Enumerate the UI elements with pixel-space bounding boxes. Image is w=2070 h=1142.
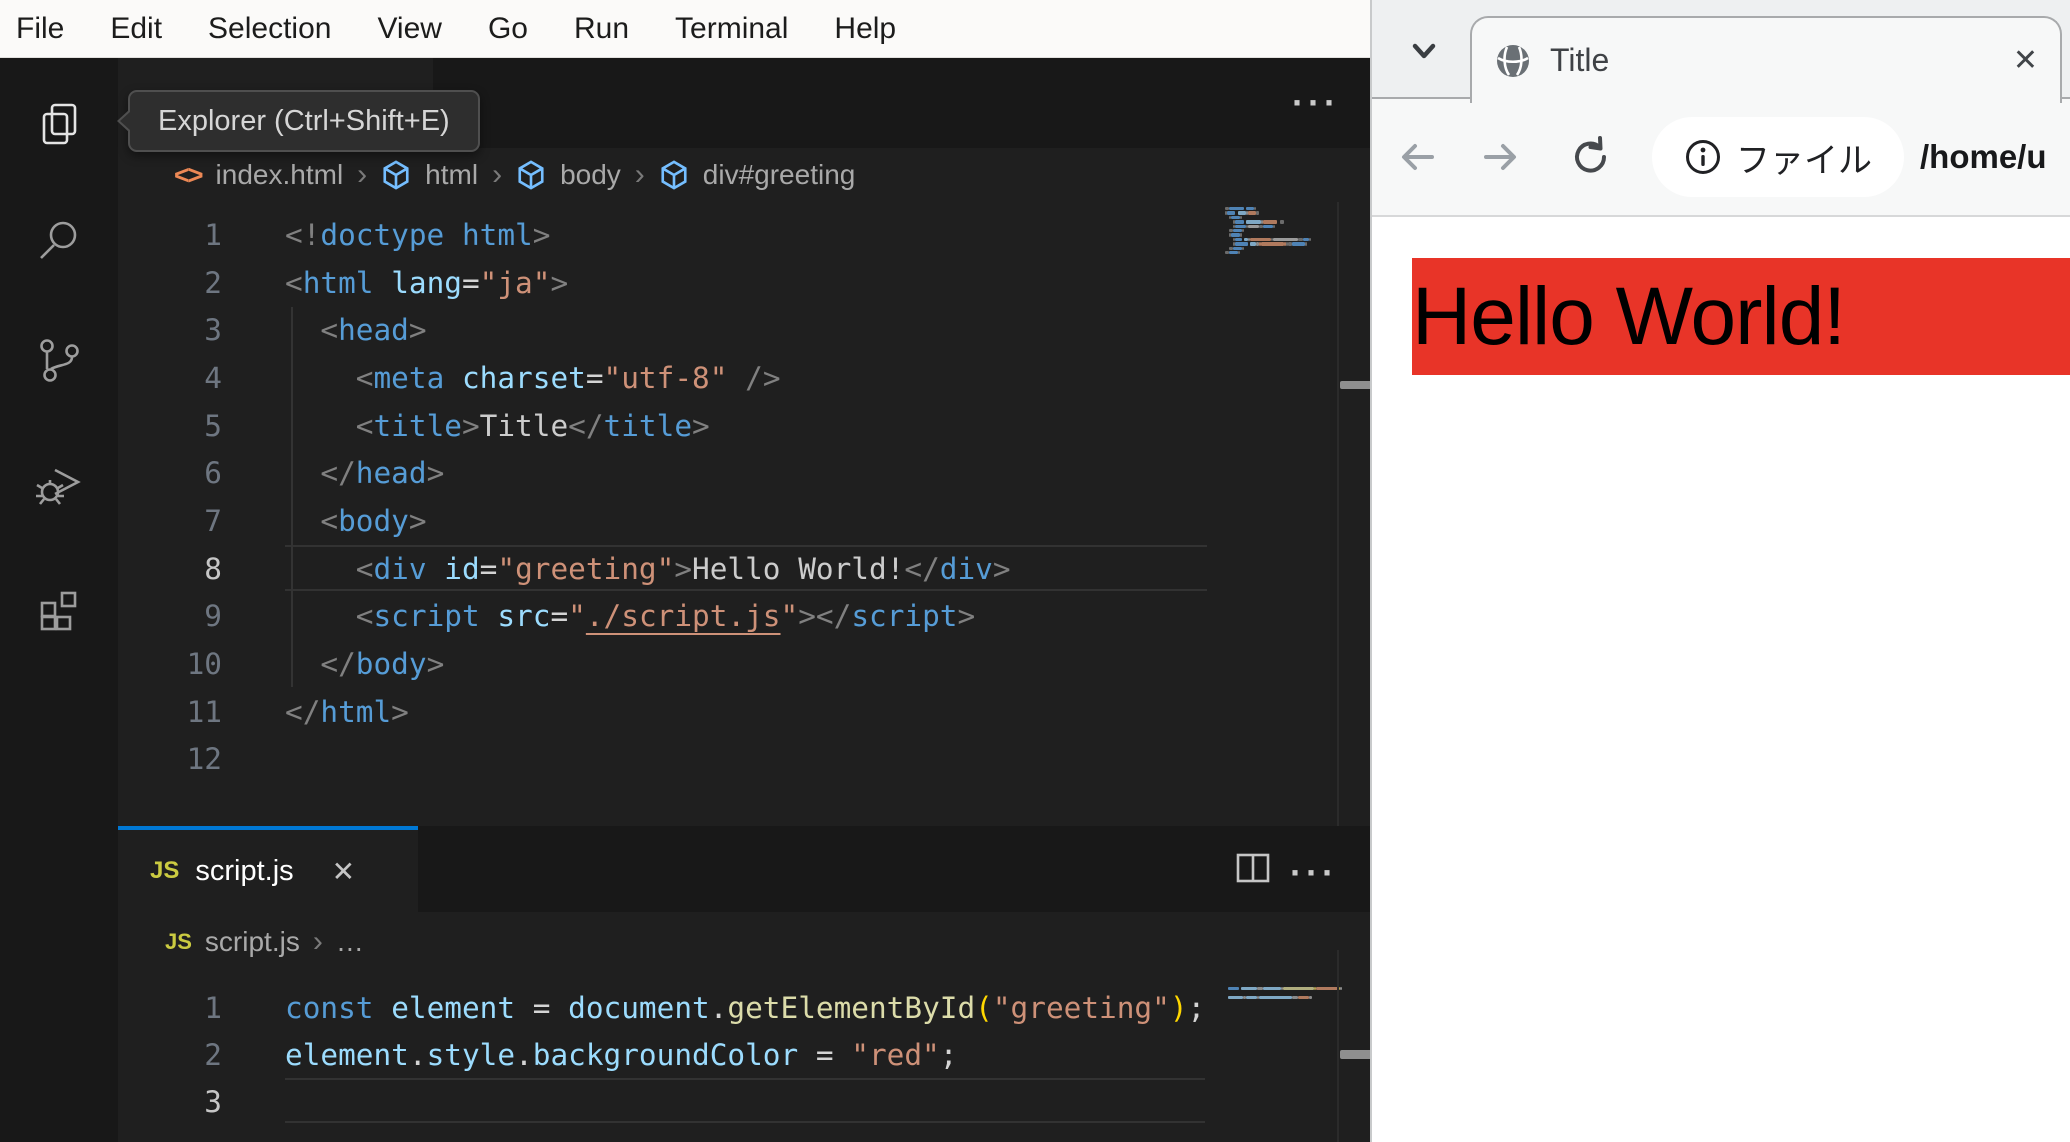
browser-tab-strip: Title ✕ <box>1372 0 2070 103</box>
file-scheme-chip[interactable]: ファイル <box>1652 117 1904 197</box>
breadcrumb-html[interactable]: html <box>425 159 478 191</box>
explorer-icon[interactable] <box>35 100 83 148</box>
editor-scrollbar-track <box>1337 202 1339 826</box>
address-bar-url[interactable]: /home/u <box>1920 138 2047 176</box>
editor-scrollbar-track <box>1337 950 1339 1142</box>
symbol-cube-icon <box>661 160 687 190</box>
breadcrumb-body[interactable]: body <box>560 159 621 191</box>
browser-viewport: Hello World! <box>1372 217 2070 1142</box>
reload-icon[interactable] <box>1570 136 1612 178</box>
menu-view[interactable]: View <box>377 12 441 46</box>
js-file-icon: JS <box>165 929 192 954</box>
forward-icon[interactable] <box>1480 137 1520 177</box>
js-breadcrumb: JS script.js › … <box>118 912 1370 972</box>
scrollbar-thumb[interactable] <box>1340 381 1372 389</box>
editor-actions-more-icon[interactable]: ··· <box>1290 852 1338 894</box>
breadcrumb-div-greeting[interactable]: div#greeting <box>703 159 856 191</box>
html-code-editor[interactable]: 1 <!doctype html> 2 <html lang="ja"> 3 <head… <box>118 211 1337 783</box>
vscode-menu-bar: File Edit Selection View Go Run Terminal… <box>0 0 1370 58</box>
chevron-right-icon: › <box>357 158 368 191</box>
extensions-icon[interactable] <box>35 584 83 632</box>
greeting-text: Hello World! <box>1412 270 1846 362</box>
tab-script-js-label: script.js <box>195 854 294 887</box>
chevron-right-icon: › <box>492 158 503 191</box>
menu-terminal[interactable]: Terminal <box>675 12 788 46</box>
menu-help[interactable]: Help <box>834 12 896 46</box>
globe-icon <box>1497 44 1529 77</box>
source-control-icon[interactable] <box>35 336 83 384</box>
close-tab-icon[interactable]: ✕ <box>2013 43 2038 78</box>
tab-search-chevron-icon[interactable] <box>1406 36 1442 66</box>
menu-selection[interactable]: Selection <box>208 12 331 46</box>
split-editor-icon[interactable] <box>1233 848 1273 893</box>
scrollbar-thumb[interactable] <box>1340 1050 1372 1059</box>
screen: File Edit Selection View Go Run Terminal… <box>0 0 2070 1142</box>
menu-run[interactable]: Run <box>574 12 629 46</box>
code-file-icon: <> <box>174 159 204 190</box>
breadcrumb-file[interactable]: index.html <box>216 159 344 191</box>
browser-tab-label: Title <box>1550 42 1610 78</box>
js-code-editor[interactable]: 1 const element = document.getElementById… <box>118 984 1210 1125</box>
minimap[interactable] <box>1228 986 1343 1013</box>
run-and-debug-icon[interactable] <box>35 460 83 508</box>
explorer-tooltip: Explorer (Ctrl+Shift+E) <box>117 90 480 152</box>
menu-edit[interactable]: Edit <box>110 12 162 46</box>
js-file-icon: JS <box>150 857 180 884</box>
indent-guide <box>291 307 293 687</box>
close-tab-icon[interactable]: ✕ <box>332 855 355 888</box>
menu-file[interactable]: File <box>16 12 64 46</box>
tab-script-js[interactable]: JS script.js ✕ <box>118 826 418 912</box>
chevron-right-icon: › <box>634 158 645 191</box>
tooltip-arrow <box>120 111 131 131</box>
chevron-right-icon: › <box>312 925 323 958</box>
breadcrumb: <> index.html › html › body › div#greeti… <box>118 148 1370 202</box>
browser-tab-title[interactable]: Title ✕ <box>1470 16 2062 103</box>
info-icon <box>1686 140 1720 174</box>
minimap[interactable] <box>1225 206 1337 259</box>
file-scheme-label: ファイル <box>1736 141 1872 180</box>
browser-window: Title ✕ ファイル /home/u Hello World! <box>1370 0 2070 1142</box>
symbol-cube-icon <box>383 160 409 190</box>
back-icon[interactable] <box>1398 137 1438 177</box>
browser-toolbar: ファイル /home/u <box>1372 97 2070 217</box>
editor-actions-more-icon[interactable]: ··· <box>1292 82 1340 124</box>
greeting-div: Hello World! <box>1412 258 2070 375</box>
search-icon[interactable] <box>35 216 83 264</box>
menu-go[interactable]: Go <box>488 12 528 46</box>
activity-bar <box>0 58 118 1142</box>
breadcrumb-file[interactable]: script.js <box>205 926 300 958</box>
symbol-cube-icon <box>518 160 544 190</box>
breadcrumb-more[interactable]: … <box>336 926 364 958</box>
